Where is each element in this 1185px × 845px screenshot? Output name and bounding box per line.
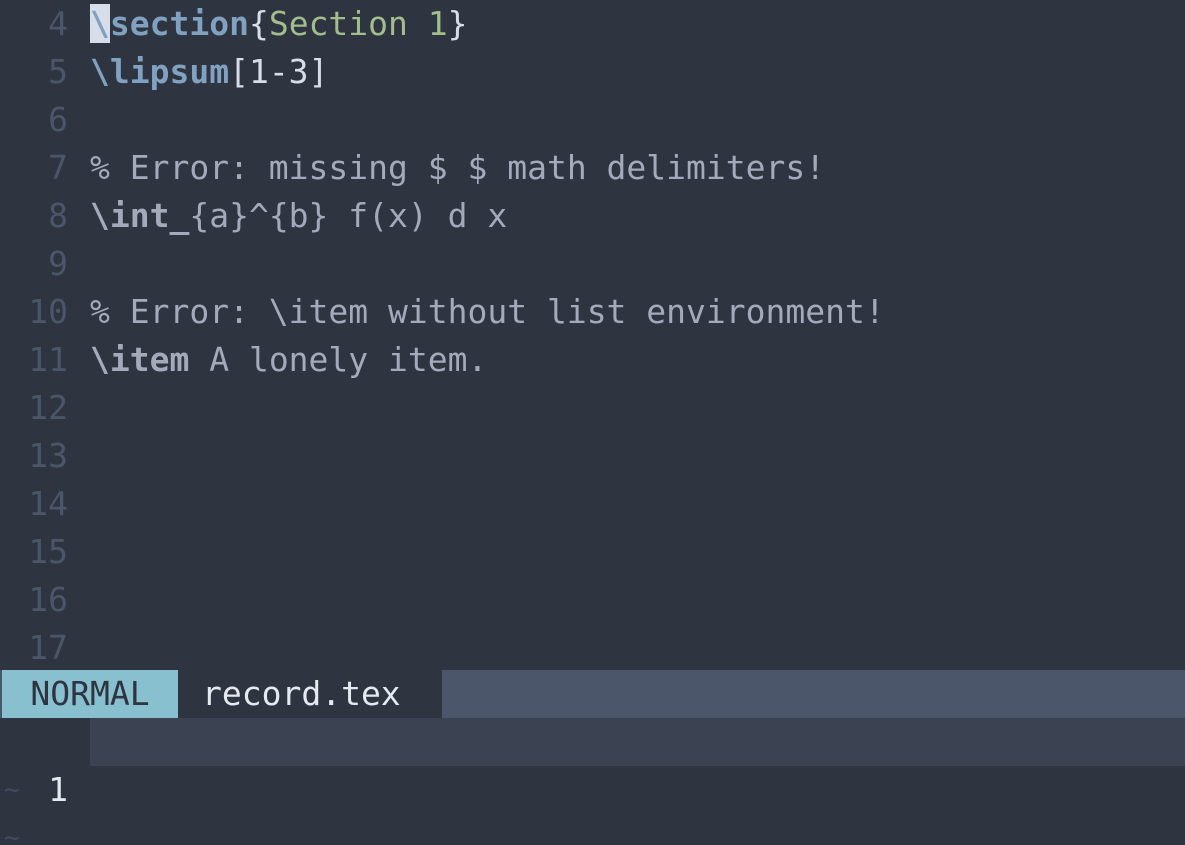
code-token: Section 1 [268,4,448,43]
line-number: 4 [48,4,68,43]
line-number: 13 [28,436,68,475]
code-line[interactable]: 14 [0,480,1185,528]
line-number: 11 [28,340,68,379]
cursor-line-highlight [90,718,1185,766]
line-number: 5 [48,52,68,91]
line-number: 8 [48,196,68,235]
line-number: 17 [28,628,68,667]
code-line[interactable]: 13 [0,432,1185,480]
filename-tab[interactable]: record.tex [178,670,442,718]
code-line[interactable]: 9 [0,240,1185,288]
line-number: 12 [28,388,68,427]
code-text: \section{Section 1} [90,0,468,48]
code-token: { [248,4,269,43]
empty-line-tilde: ~ [4,775,20,805]
line-number: 14 [28,484,68,523]
code-line[interactable]: 11 \item A lonely item. [0,336,1185,384]
code-text: % Error: missing $ $ math delimiters! [90,144,825,192]
code-line[interactable]: 10 % Error: \item without list environmen… [0,288,1185,336]
code-line[interactable]: 17 [0,624,1185,672]
code-token: \int_ [90,196,190,235]
line-number: 16 [28,580,68,619]
code-text: % Error: \item without list environment! [90,288,885,336]
bottom-pane-line[interactable]: 1 [0,718,1185,809]
code-line[interactable]: 16 [0,576,1185,624]
line-number: 15 [28,532,68,571]
code-line[interactable]: 15 [0,528,1185,576]
line-number: 7 [48,148,68,187]
code-token: \lipsum [90,52,230,91]
code-token: } [447,4,468,43]
code-token: [1-3] [229,52,329,91]
code-token: section [109,4,249,43]
code-token: % Error: missing $ $ math delimiters! [90,148,826,187]
line-number: 6 [48,100,68,139]
code-token: A lonely item. [189,340,488,379]
code-text: \lipsum[1-3] [90,48,328,96]
code-line[interactable]: 12 [0,384,1185,432]
mode-indicator: NORMAL [2,670,178,718]
code-token: {a}^{b} f(x) d x [189,196,508,235]
code-text: \item A lonely item. [90,336,487,384]
line-number: 9 [48,244,68,283]
code-line[interactable]: 4 \section{Section 1} [0,0,1185,48]
code-text: \int_{a}^{b} f(x) d x [90,192,507,240]
code-line[interactable]: 8 \int_{a}^{b} f(x) d x [0,192,1185,240]
text-cursor: \ [90,4,110,43]
empty-line-tilde: ~ [4,823,20,845]
code-token: % Error: \item without list environment! [90,292,885,331]
code-line[interactable]: 6 [0,96,1185,144]
code-line[interactable]: 5 \lipsum[1-3] [0,48,1185,96]
statusline: NORMAL record.tex [0,670,1185,718]
line-number: 10 [28,292,68,331]
code-line[interactable]: 7 % Error: missing $ $ math delimiters! [0,144,1185,192]
code-token: \item [90,340,190,379]
